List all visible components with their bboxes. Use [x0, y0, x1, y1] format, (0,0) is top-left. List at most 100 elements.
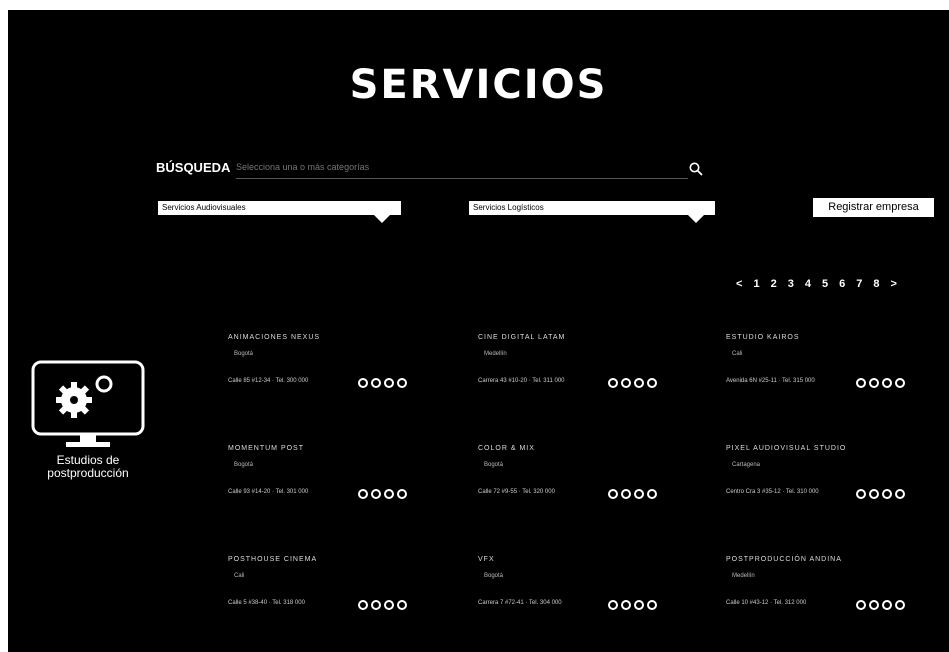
pagination-next[interactable]: >	[890, 278, 896, 290]
company-city: Bogotá	[484, 462, 504, 468]
company-name: CINE DIGITAL LATAM	[478, 334, 566, 341]
rating-circle-icon	[608, 600, 618, 610]
company-card[interactable]: ANIMACIONES NEXUS Bogotá Calle 85 #12-34…	[228, 334, 438, 424]
pagination-page[interactable]: 2	[771, 278, 777, 290]
company-details: Carrera 43 #10-20 · Tel. 311 000	[478, 378, 565, 384]
company-name: POSTHOUSE CINEMA	[228, 556, 318, 563]
rating-circle-icon	[371, 489, 381, 499]
company-card[interactable]: ESTUDIO KAIROS Cali Avenida 6N #25-11 · …	[726, 334, 936, 424]
company-name: POSTPRODUCCIÓN ANDINA	[726, 556, 842, 563]
pagination-page[interactable]: 1	[753, 278, 759, 290]
search-input[interactable]	[236, 158, 686, 176]
company-city: Medellín	[732, 573, 755, 579]
rating-circle-icon	[882, 600, 892, 610]
company-details: Calle 85 #12-34 · Tel. 300 000	[228, 378, 309, 384]
pagination-page[interactable]: 6	[839, 278, 845, 290]
rating-circle-icon	[634, 600, 644, 610]
company-name: MOMENTUM POST	[228, 445, 304, 452]
rating-circle-icon	[869, 489, 879, 499]
company-card[interactable]: POSTHOUSE CINEMA Cali Calle 5 #38-40 · T…	[228, 556, 438, 646]
rating-circle-icon	[895, 489, 905, 499]
company-card[interactable]: POSTPRODUCCIÓN ANDINA Medellín Calle 10 …	[726, 556, 936, 646]
company-city: Bogotá	[234, 462, 254, 468]
rating	[856, 378, 905, 388]
rating-circle-icon	[634, 378, 644, 388]
rating-circle-icon	[621, 378, 631, 388]
company-city: Cali	[234, 573, 245, 579]
rating-circle-icon	[621, 600, 631, 610]
company-details: Calle 72 #9-55 · Tel. 320 000	[478, 489, 555, 495]
filter-dropdown-label: Servicios Logísticos	[473, 203, 544, 212]
rating-circle-icon	[647, 489, 657, 499]
chevron-down-icon	[373, 214, 391, 223]
company-card[interactable]: PIXEL AUDIOVISUAL STUDIO Cartagena Centr…	[726, 445, 936, 535]
page-canvas: SERVICIOS BÚSQUEDA Servicios Audiovisual…	[8, 10, 949, 652]
company-details: Calle 5 #38-40 · Tel. 318 000	[228, 600, 305, 606]
company-card[interactable]: MOMENTUM POST Bogotá Calle 93 #14-20 · T…	[228, 445, 438, 535]
rating-circle-icon	[397, 489, 407, 499]
company-name: ESTUDIO KAIROS	[726, 334, 800, 341]
company-details: Calle 93 #14-20 · Tel. 301 000	[228, 489, 309, 495]
company-details: Carrera 7 #72-41 · Tel. 304 000	[478, 600, 562, 606]
rating	[608, 378, 657, 388]
rating	[856, 489, 905, 499]
pagination-page[interactable]: 3	[788, 278, 794, 290]
pagination-prev[interactable]: <	[736, 278, 742, 290]
chevron-down-icon	[687, 214, 705, 223]
rating-circle-icon	[608, 378, 618, 388]
monitor-gears-icon	[31, 360, 145, 447]
company-details: Avenida 6N #25-11 · Tel. 315 000	[726, 378, 815, 384]
rating-circle-icon	[882, 489, 892, 499]
register-company-button[interactable]: Registrar empresa	[813, 198, 934, 217]
pagination-page[interactable]: 7	[856, 278, 862, 290]
company-name: PIXEL AUDIOVISUAL STUDIO	[726, 445, 847, 452]
company-details: Centro Cra 3 #35-12 · Tel. 310 000	[726, 489, 819, 495]
rating-circle-icon	[358, 600, 368, 610]
pagination-page[interactable]: 8	[873, 278, 879, 290]
search-underline	[236, 178, 688, 179]
rating	[856, 600, 905, 610]
rating-circle-icon	[647, 378, 657, 388]
filter-dropdown-label: Servicios Audiovisuales	[162, 203, 246, 212]
pagination-page[interactable]: 4	[805, 278, 811, 290]
rating-circle-icon	[856, 378, 866, 388]
rating-circle-icon	[384, 489, 394, 499]
rating-circle-icon	[621, 489, 631, 499]
company-details: Calle 10 #43-12 · Tel. 312 000	[726, 600, 807, 606]
rating	[358, 489, 407, 499]
rating-circle-icon	[895, 600, 905, 610]
company-card[interactable]: VFX Bogotá Carrera 7 #72-41 · Tel. 304 0…	[478, 556, 688, 646]
company-card[interactable]: COLOR & MIX Bogotá Calle 72 #9-55 · Tel.…	[478, 445, 688, 535]
pagination: < 1 2 3 4 5 6 7 8 >	[736, 278, 897, 290]
rating-circle-icon	[869, 378, 879, 388]
filter-dropdown-logisticos[interactable]: Servicios Logísticos	[469, 201, 715, 223]
rating-circle-icon	[608, 489, 618, 499]
rating-circle-icon	[397, 600, 407, 610]
category-label: Estudios de postproducción	[47, 453, 129, 480]
rating-circle-icon	[895, 378, 905, 388]
rating	[358, 600, 407, 610]
category-postproduccion[interactable]: Estudios de postproducción	[26, 360, 150, 480]
rating	[358, 378, 407, 388]
company-city: Cali	[732, 351, 743, 357]
filter-dropdown-audiovisuales[interactable]: Servicios Audiovisuales	[158, 201, 401, 223]
rating-circle-icon	[371, 600, 381, 610]
company-card[interactable]: CINE DIGITAL LATAM Medellín Carrera 43 #…	[478, 334, 688, 424]
page-title: SERVICIOS	[349, 62, 608, 108]
rating-circle-icon	[384, 600, 394, 610]
rating-circle-icon	[358, 489, 368, 499]
company-name: VFX	[478, 556, 495, 563]
search-icon[interactable]	[689, 162, 703, 181]
pagination-page[interactable]: 5	[822, 278, 828, 290]
rating	[608, 489, 657, 499]
rating-circle-icon	[856, 600, 866, 610]
rating-circle-icon	[856, 489, 866, 499]
rating-circle-icon	[647, 600, 657, 610]
company-city: Bogotá	[484, 573, 504, 579]
rating-circle-icon	[358, 378, 368, 388]
rating-circle-icon	[371, 378, 381, 388]
rating-circle-icon	[384, 378, 394, 388]
rating	[608, 600, 657, 610]
rating-circle-icon	[882, 378, 892, 388]
search-label: BÚSQUEDA	[156, 160, 231, 175]
